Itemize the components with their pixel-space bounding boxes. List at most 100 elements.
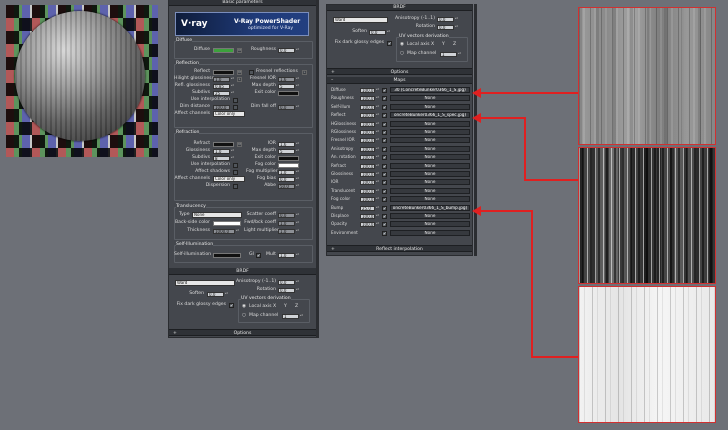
refl-exit-color-swatch[interactable] [278,91,299,96]
refl-subdivs-input[interactable]: 25 [213,91,230,96]
map-enable-checkbox[interactable]: ✔ [382,88,387,93]
map-enable-checkbox[interactable]: ✔ [382,105,387,110]
map-slot-button[interactable]: None [390,213,470,219]
map-enable-checkbox[interactable]: ✔ [382,206,387,211]
map-slot-button[interactable]: None [390,179,470,185]
right-soften-input[interactable]: 0,0 [369,30,386,35]
right-scrollbar[interactable] [474,4,477,256]
map-enable-checkbox[interactable]: ✔ [382,214,387,219]
right-options-header[interactable]: + Options [327,68,472,75]
right-rotation-spinner[interactable]: ▴▾ [455,25,458,30]
left-axis-x[interactable]: X [273,304,276,310]
map-amount-input[interactable]: 100,0 [360,105,375,110]
map-amount-input[interactable]: 100,0 [360,164,375,169]
left-soften-spinner[interactable]: ▴▾ [225,292,228,297]
right-axis-x[interactable]: X [431,42,434,48]
left-axis-z[interactable]: Z [295,304,298,310]
right-rotation-input[interactable]: 0,0 [437,25,454,30]
map-amount-input[interactable]: 100,0 [360,130,375,135]
dim-falloff-input[interactable]: 0,0 [278,105,295,110]
refr-glossiness-spinner[interactable]: ▴▾ [231,149,234,154]
refract-map-button[interactable]: M [237,142,242,147]
map-enable-checkbox[interactable]: ✔ [382,172,387,177]
map-amount-input[interactable]: 100,0 [360,214,375,219]
left-map-channel-radio[interactable]: ○ [242,313,246,319]
refr-subdivs-spinner[interactable]: ▴▾ [231,156,234,161]
map-amount-spinner[interactable]: ▴▾ [376,96,379,101]
roughness-input[interactable]: 0,0 [278,48,295,53]
scatter-coeff-spinner[interactable]: ▴▾ [296,213,299,218]
map-amount-input[interactable]: 100,0 [360,155,375,160]
selfillum-gi-checkbox[interactable]: ✔ [256,253,261,258]
map-enable-checkbox[interactable]: ✔ [382,164,387,169]
map-amount-input[interactable]: 100,0 [360,88,375,93]
hilight-lock-button[interactable]: L [237,77,242,82]
map-slot-button[interactable]: oncreteBunker0366_1_S_bump.jpg) [390,205,470,211]
map-slot-button[interactable]: None [390,154,470,160]
map-amount-input[interactable]: 100,0 [360,113,375,118]
map-amount-spinner[interactable]: ▴▾ [376,138,379,143]
map-amount-input[interactable]: 100,0 [360,122,375,127]
map-slot-button[interactable]: None [390,230,470,236]
ior-spinner[interactable]: ▴▾ [296,142,299,147]
fwd-bck-coeff-input[interactable]: 1,0 [278,221,295,226]
map-slot-button[interactable]: None [390,171,470,177]
map-amount-spinner[interactable]: ▴▾ [376,180,379,185]
thickness-spinner[interactable]: ▴▾ [236,229,239,234]
refl-subdivs-spinner[interactable]: ▴▾ [231,91,234,96]
refl-max-depth-input[interactable]: 5 [278,84,295,89]
map-enable-checkbox[interactable]: ✔ [382,96,387,101]
refr-glossiness-input[interactable]: 1,0 [213,149,230,154]
left-fix-dark-checkbox[interactable]: ✔ [229,303,234,308]
ior-input[interactable]: 1,6 [278,142,295,147]
map-amount-input[interactable]: 100,0 [360,96,375,101]
fog-mult-spinner[interactable]: ▴▾ [296,170,299,175]
refract-color-swatch[interactable] [213,142,234,147]
map-slot-button[interactable]: oncreteBunker0366_1_S_spec.jpg) [390,112,470,118]
dim-falloff-spinner[interactable]: ▴▾ [296,105,299,110]
map-amount-input[interactable]: 100,0 [360,172,375,177]
selfillum-mult-spinner[interactable]: ▴▾ [296,253,299,258]
fog-color-swatch[interactable] [278,163,299,168]
dim-distance-input[interactable]: 100,0 [213,105,230,110]
map-slot-button[interactable]: None [390,188,470,194]
map-amount-spinner[interactable]: ▴▾ [376,206,379,211]
fog-bias-input[interactable]: 0,0 [278,177,295,182]
left-axis-y[interactable]: Y [284,304,287,310]
map-enable-checkbox[interactable]: ✔ [382,222,387,227]
dispersion-checkbox[interactable] [233,184,238,189]
left-scrollbar[interactable] [316,0,319,338]
left-local-axis-radio[interactable]: ◉ [242,304,246,310]
right-local-axis-radio[interactable]: ◉ [400,42,404,48]
map-enable-checkbox[interactable]: ✔ [382,155,387,160]
maps-header[interactable]: – Maps [327,77,472,84]
dim-distance-checkbox[interactable] [233,105,238,110]
map-enable-checkbox[interactable]: ✔ [382,197,387,202]
right-fix-dark-checkbox[interactable]: ✔ [387,41,392,46]
map-slot-button[interactable]: None [390,121,470,127]
map-amount-spinner[interactable]: ▴▾ [376,172,379,177]
map-enable-checkbox[interactable]: ✔ [382,231,387,236]
map-amount-input[interactable]: 100,0 [360,189,375,194]
map-amount-input[interactable]: 100,0 [360,138,375,143]
right-soften-spinner[interactable]: ▴▾ [387,30,390,35]
right-map-channel-spinner[interactable]: ▴▾ [458,52,461,57]
fresnel-ior-input[interactable]: 1,6 [278,77,295,82]
back-side-color-swatch[interactable] [213,221,241,226]
abbe-spinner[interactable]: ▴▾ [296,184,299,189]
left-aniso-input[interactable]: 0,0 [278,280,295,285]
right-axis-z[interactable]: Z [453,42,456,48]
map-enable-checkbox[interactable]: ✔ [382,147,387,152]
map-amount-spinner[interactable]: ▴▾ [376,122,379,127]
left-soften-input[interactable]: 0,0 [207,292,224,297]
refr-exit-color-swatch[interactable] [278,156,299,161]
map-amount-spinner[interactable]: ▴▾ [376,155,379,160]
refr-subdivs-input[interactable]: 8 [213,156,230,161]
map-amount-input[interactable]: 100,0 [360,222,375,227]
refr-use-interp-checkbox[interactable] [233,163,238,168]
right-map-channel-input[interactable]: 1 [440,52,457,57]
map-slot-button[interactable]: None [390,146,470,152]
fresnel-checkbox[interactable] [249,70,254,75]
right-brdf-header[interactable]: BRDF [327,5,472,11]
selfillum-mult-input[interactable]: 1,0 [278,253,295,258]
